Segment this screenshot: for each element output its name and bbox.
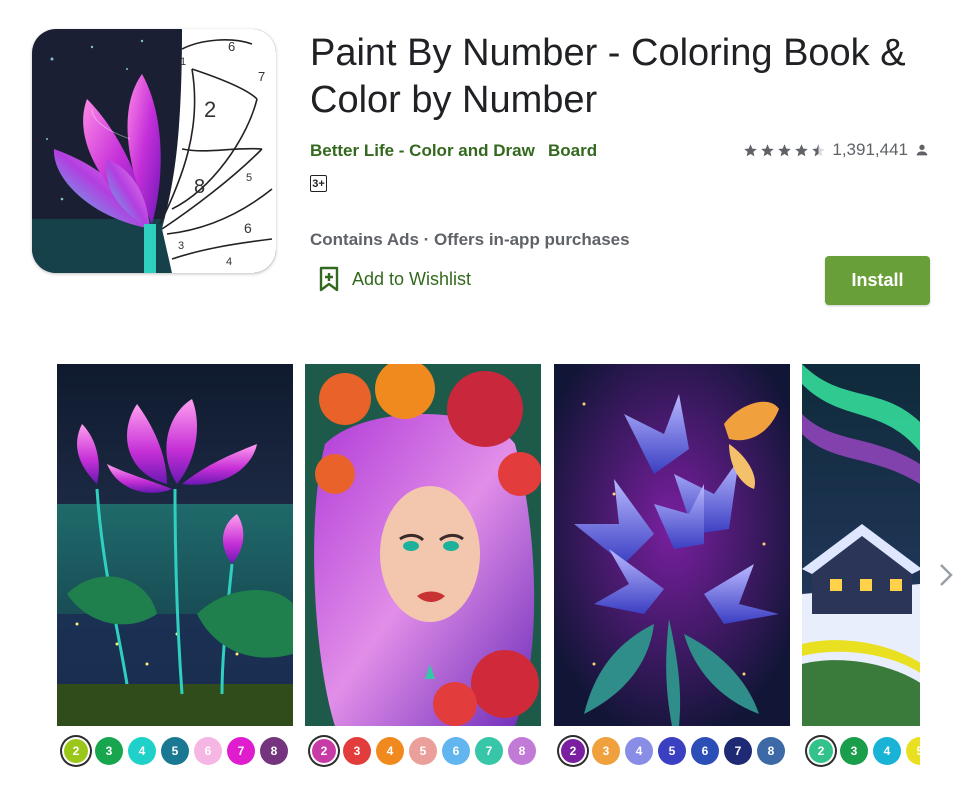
icon-number: 3 xyxy=(178,240,184,252)
palette-swatch: 2 xyxy=(312,739,336,763)
palette-swatch: 6 xyxy=(194,737,222,765)
developer-link[interactable]: Better Life - Color and Draw xyxy=(310,141,535,161)
palette-swatch: 3 xyxy=(840,737,868,765)
palette-swatch: 7 xyxy=(227,737,255,765)
icon-number: 5 xyxy=(246,172,252,184)
star-icon xyxy=(778,143,792,156)
palette-swatch: 8 xyxy=(757,737,785,765)
chevron-right-icon[interactable] xyxy=(936,560,956,590)
palette-swatch: 7 xyxy=(724,737,752,765)
palette-swatch: 4 xyxy=(625,737,653,765)
icon-number: 6 xyxy=(228,39,235,54)
wishlist-label: Add to Wishlist xyxy=(352,268,472,289)
icon-number: 7 xyxy=(258,69,265,84)
screenshot-carousel: 2 3 4 5 6 7 8 2 3 4 5 6 7 8 2 3 4 5 6 7 … xyxy=(57,364,920,784)
add-to-wishlist-button[interactable]: Add to Wishlist xyxy=(318,266,471,292)
screenshot-image xyxy=(305,364,541,726)
bookmark-add-icon xyxy=(319,266,339,292)
star-icon xyxy=(761,143,775,156)
install-button[interactable]: Install xyxy=(825,256,930,305)
screenshot-image xyxy=(57,364,293,726)
palette-swatch: 4 xyxy=(873,737,901,765)
icon-number: 8 xyxy=(194,176,205,198)
palette-swatch: 5 xyxy=(906,737,920,765)
palette-swatch: 4 xyxy=(376,737,404,765)
age-rating-badge[interactable]: 3+ xyxy=(310,175,327,192)
color-palette: 2 3 4 5 xyxy=(807,737,920,765)
icon-number: 1 xyxy=(180,56,186,68)
palette-swatch: 5 xyxy=(658,737,686,765)
screenshot-image xyxy=(554,364,790,726)
palette-swatch: 2 xyxy=(809,739,833,763)
rating-count: 1,391,441 xyxy=(832,140,908,159)
star-icon xyxy=(744,143,758,156)
color-palette: 2 3 4 5 6 7 8 xyxy=(310,737,536,765)
icon-number: 2 xyxy=(204,97,216,122)
screenshot-3[interactable]: 2 3 4 5 6 7 8 xyxy=(554,364,790,784)
palette-swatch: 3 xyxy=(592,737,620,765)
app-title: Paint By Number - Coloring Book & Color … xyxy=(310,32,906,121)
palette-swatch: 8 xyxy=(260,737,288,765)
screenshot-4[interactable]: 2 3 4 5 xyxy=(802,364,920,784)
category-link[interactable]: Board xyxy=(548,141,597,161)
color-palette: 2 3 4 5 6 7 8 xyxy=(62,737,288,765)
ads-notice: Contains Ads · Offers in-app purchases xyxy=(310,230,630,249)
rating-summary: 1,391,441 xyxy=(743,140,930,160)
palette-swatch: 6 xyxy=(691,737,719,765)
star-icon xyxy=(795,143,809,156)
palette-swatch: 6 xyxy=(442,737,470,765)
person-icon xyxy=(916,144,928,156)
palette-swatch: 7 xyxy=(475,737,503,765)
palette-swatch: 3 xyxy=(95,737,123,765)
icon-number: 6 xyxy=(244,220,252,236)
palette-swatch: 8 xyxy=(508,737,536,765)
icon-number: 4 xyxy=(226,256,232,268)
screenshot-1[interactable]: 2 3 4 5 6 7 8 xyxy=(57,364,293,784)
palette-swatch: 2 xyxy=(561,739,585,763)
half-star-icon xyxy=(812,143,826,156)
screenshot-2[interactable]: 2 3 4 5 6 7 8 xyxy=(305,364,541,784)
palette-swatch: 5 xyxy=(161,737,189,765)
palette-swatch: 4 xyxy=(128,737,156,765)
palette-swatch: 2 xyxy=(64,739,88,763)
color-palette: 2 3 4 5 6 7 8 xyxy=(559,737,785,765)
app-icon: 1 6 7 2 8 5 6 3 4 xyxy=(32,29,276,273)
palette-swatch: 3 xyxy=(343,737,371,765)
palette-swatch: 5 xyxy=(409,737,437,765)
star-rating xyxy=(743,143,826,158)
screenshot-image xyxy=(802,364,920,726)
